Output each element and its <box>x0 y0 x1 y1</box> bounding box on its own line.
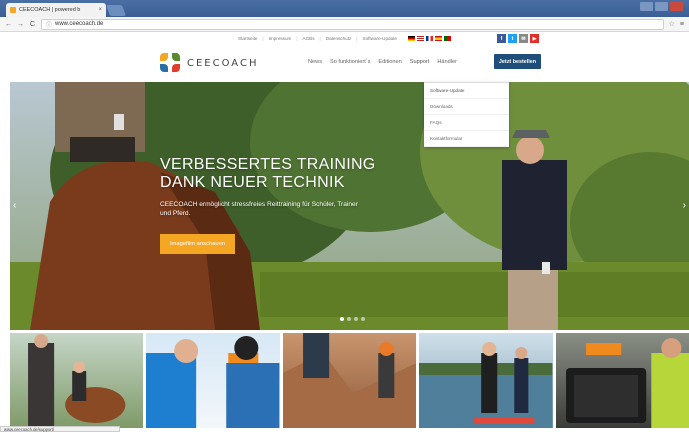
dropdown-item-downloads[interactable]: Downloads <box>424 99 509 115</box>
site-info-icon[interactable]: ⓘ <box>46 20 52 29</box>
site-header: CEECOACH News So funktioniert´s Editione… <box>0 45 689 82</box>
minimize-button[interactable] <box>640 2 653 11</box>
main-nav: News So funktioniert´s Editionen Support… <box>308 59 457 65</box>
browser-menu-icon[interactable]: ≡ <box>680 21 684 28</box>
logo-wordmark: CEECOACH <box>187 57 259 69</box>
browser-window: CEECOACH | powered b × ← → C ⓘ www.ceeco… <box>0 0 689 432</box>
logo-mark-icon <box>160 53 182 73</box>
teaser-riding[interactable] <box>10 333 144 428</box>
utility-bar: Startseite | Impressum | AGBs | Datensch… <box>0 32 689 45</box>
order-now-button[interactable]: Jetzt bestellen <box>494 54 541 69</box>
slide-dot[interactable] <box>361 317 365 321</box>
favicon-icon <box>10 7 16 13</box>
bookmark-star-icon[interactable]: ☆ <box>669 20 675 28</box>
teaser-paddling[interactable] <box>419 333 553 428</box>
twitter-icon[interactable]: t <box>508 34 517 43</box>
tab-strip: CEECOACH | powered b × <box>0 0 689 17</box>
window-controls <box>640 2 683 11</box>
nav-so-funktionierts[interactable]: So funktioniert´s <box>330 59 370 65</box>
close-window-button[interactable] <box>670 2 683 11</box>
hero-slider: VERBESSERTES TRAINING DANK NEUER TECHNIK… <box>10 82 689 330</box>
logo[interactable]: CEECOACH <box>160 53 258 73</box>
teaser-gallery <box>10 333 689 428</box>
nav-haendler[interactable]: Händler <box>437 59 457 65</box>
slide-dot[interactable] <box>354 317 358 321</box>
util-link-startseite[interactable]: Startseite <box>238 36 257 41</box>
nav-news[interactable]: News <box>308 59 322 65</box>
next-slide-icon[interactable]: › <box>683 200 686 211</box>
teaser-product-case[interactable] <box>555 333 689 428</box>
hero-subtitle: CEECOACH ermöglicht stressfreies Reittra… <box>160 201 358 217</box>
new-tab-button[interactable] <box>105 5 127 16</box>
maximize-button[interactable] <box>655 2 668 11</box>
youtube-icon[interactable]: ▶ <box>530 34 539 43</box>
util-link-impressum[interactable]: Impressum <box>269 36 292 41</box>
flag-de-icon[interactable] <box>407 36 415 41</box>
slide-indicator <box>340 317 365 321</box>
flag-es-icon[interactable] <box>434 36 442 41</box>
teaser-skiing[interactable] <box>146 333 280 428</box>
flag-us-icon[interactable] <box>416 36 424 41</box>
facebook-icon[interactable]: f <box>497 34 506 43</box>
dropdown-item-faqs[interactable]: FAQs <box>424 115 509 131</box>
forward-icon[interactable]: → <box>17 21 24 28</box>
util-link-agbs[interactable]: AGBs <box>303 36 315 41</box>
tab-title: CEECOACH | powered b <box>19 7 81 13</box>
reload-icon[interactable]: C <box>29 21 36 28</box>
browser-tab[interactable]: CEECOACH | powered b × <box>6 3 106 17</box>
mail-icon[interactable]: ✉ <box>519 34 528 43</box>
tab-close-icon[interactable]: × <box>98 7 102 13</box>
slide-dot[interactable] <box>340 317 344 321</box>
dropdown-item-kontaktformular[interactable]: Kontaktformular <box>424 131 509 147</box>
util-link-datenschutz[interactable]: Datenschutz <box>326 36 352 41</box>
flag-fr-icon[interactable] <box>425 36 433 41</box>
watch-film-button[interactable]: Imagefilm anschauen <box>160 234 235 254</box>
nav-support[interactable]: Support <box>410 59 430 65</box>
status-bar: www.ceecoach.de/support/ <box>0 426 120 432</box>
prev-slide-icon[interactable]: ‹ <box>13 200 16 211</box>
slide-dot[interactable] <box>347 317 351 321</box>
support-dropdown: Software-Update Downloads FAQs Kontaktfo… <box>424 82 509 147</box>
browser-toolbar: ← → C ⓘ www.ceecoach.de ☆ ≡ <box>0 17 689 32</box>
nav-editionen[interactable]: Editionen <box>378 59 401 65</box>
back-icon[interactable]: ← <box>5 21 12 28</box>
url-text: www.ceecoach.de <box>55 21 104 27</box>
teaser-climbing[interactable] <box>282 333 417 428</box>
dropdown-item-software-update[interactable]: Software-Update <box>424 83 509 99</box>
address-bar[interactable]: ⓘ www.ceecoach.de <box>41 18 664 30</box>
hero-title: VERBESSERTES TRAINING DANK NEUER TECHNIK <box>160 156 376 191</box>
util-link-software-update[interactable]: Software-Update <box>363 36 397 41</box>
social-links: f t ✉ ▶ <box>497 34 539 43</box>
language-flags <box>407 36 451 41</box>
flag-pt-icon[interactable] <box>443 36 451 41</box>
